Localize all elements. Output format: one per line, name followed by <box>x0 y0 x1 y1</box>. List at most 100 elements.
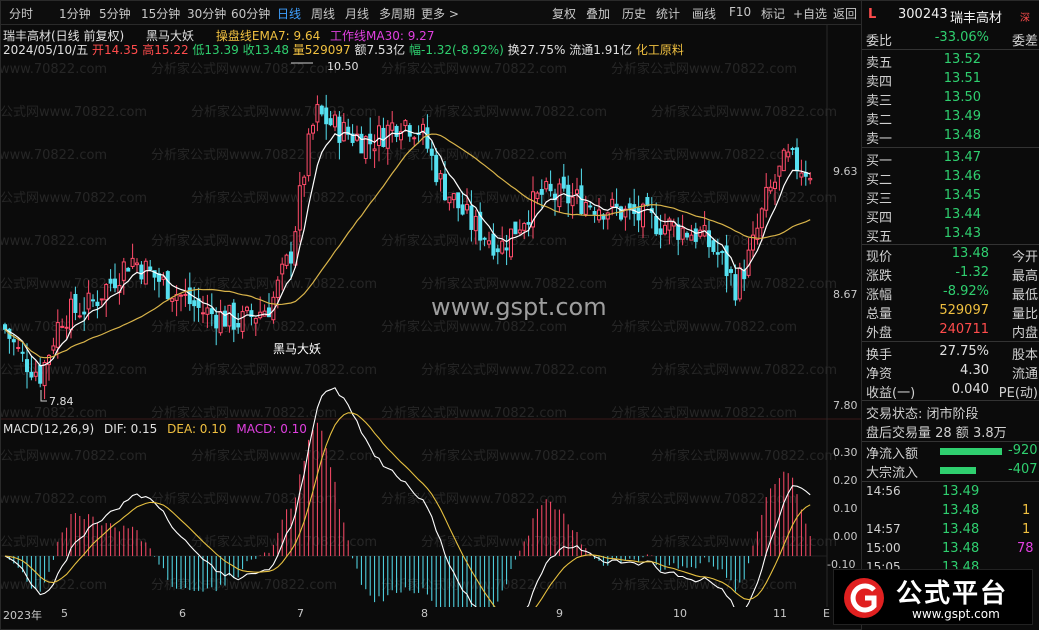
candle-body <box>443 173 447 201</box>
divider <box>862 147 1039 148</box>
kline-chart[interactable]: 分析家公式网www.70822.com 分析家公式网www.70822.com 分析… <box>0 25 861 630</box>
watermark-text: 分析家公式网www.70822.com <box>151 233 337 249</box>
stat-value: 13.48 <box>951 246 989 261</box>
open-label: 开14.35 <box>92 43 139 57</box>
watermark-text: 分析家公式网www.70822.com <box>651 190 837 206</box>
candle-body <box>311 124 315 134</box>
watermark-text: 分析家公式网www.70822.com <box>1 233 107 249</box>
tick-time: 14:56 <box>866 484 901 498</box>
tab-multi[interactable]: 多周期 <box>379 5 415 21</box>
watermark-text: 分析家公式网www.70822.com <box>611 577 797 593</box>
candle-body <box>517 229 522 234</box>
tab-monthly[interactable]: 月线 <box>345 5 369 21</box>
watermark-text: 分析家公式网www.70822.com <box>1 61 107 77</box>
weibi-label: 委比 <box>866 34 893 49</box>
candle-body <box>619 206 623 220</box>
candle-body <box>777 165 782 177</box>
stat-label-2: 最低 <box>1011 288 1038 303</box>
candle-body <box>214 314 219 329</box>
tick-price: 13.48 <box>942 541 980 556</box>
history-button[interactable]: 历史 <box>622 5 646 21</box>
candle-body <box>390 122 395 131</box>
candle-body <box>460 204 465 215</box>
bid-price: 13.47 <box>943 150 981 165</box>
tab-fenshi[interactable]: 分时 <box>9 5 33 21</box>
stat-value: -1.32 <box>955 265 989 280</box>
watermark-text: 分析家公式网www.70822.com <box>191 190 377 206</box>
date-tick: 5 <box>61 607 68 620</box>
candle-body <box>808 177 813 181</box>
bid-row: 买一 13.47 <box>862 149 1039 169</box>
overlay-button[interactable]: 叠加 <box>586 5 610 21</box>
candle-body <box>73 293 78 313</box>
candle-body <box>297 185 302 231</box>
bid-row: 买二 13.46 <box>862 168 1039 188</box>
candle-body <box>583 201 588 215</box>
watermark-text: 分析家公式网www.70822.com <box>1 319 107 335</box>
candle-body <box>315 104 320 123</box>
stat2-value: 0.040 <box>951 382 989 397</box>
tab-1min[interactable]: 1分钟 <box>59 5 91 21</box>
divider <box>862 481 1039 482</box>
tab-daily[interactable]: 日线 <box>277 5 301 21</box>
tab-weekly[interactable]: 周线 <box>311 5 335 21</box>
candle-body <box>82 311 87 315</box>
stat-label: 现价 <box>866 250 893 265</box>
candle-body <box>434 154 439 183</box>
stat2-label: 收益(一) <box>866 386 916 401</box>
candle-body <box>99 298 104 301</box>
divider <box>862 49 1039 50</box>
tab-60min[interactable]: 60分钟 <box>231 5 270 21</box>
amount-label: 额7.53亿 <box>354 43 406 57</box>
candle-body <box>465 203 469 211</box>
ask-label: 卖三 <box>866 94 893 109</box>
stats-button[interactable]: 统计 <box>656 5 680 21</box>
tab-15min[interactable]: 15分钟 <box>141 5 180 21</box>
back-button[interactable]: 返回 <box>833 5 857 21</box>
bid-row: 买三 13.45 <box>862 187 1039 207</box>
candle-body <box>341 121 346 142</box>
market-badge: L <box>868 7 877 22</box>
watermark-text: 分析家公式网www.70822.com <box>421 362 607 378</box>
candle-body <box>632 204 637 214</box>
tab-more[interactable]: 更多 > <box>421 5 459 21</box>
date-tick: 10 <box>673 607 687 620</box>
info-line-2: 2024/05/10/五 开14.35 高15.22 低13.39 收13.48… <box>3 41 684 58</box>
watermark-text: 分析家公式网www.70822.com <box>1 577 107 593</box>
candle-body <box>403 120 408 127</box>
candle-body <box>575 189 579 195</box>
draw-button[interactable]: 画线 <box>692 5 716 21</box>
mark-button[interactable]: 标记 <box>761 5 785 21</box>
candle-body <box>95 301 100 307</box>
f10-button[interactable]: F10 <box>729 5 751 21</box>
stat2-value: 27.75% <box>939 344 989 359</box>
add-watch-button[interactable]: +自选 <box>793 5 827 21</box>
bid-label: 买一 <box>866 154 893 169</box>
high-label: 高15.22 <box>142 43 189 57</box>
weibi-value: -33.06% <box>934 30 989 45</box>
trade-status-row: 交易状态: 闭市阶段 <box>862 402 1039 422</box>
tab-30min[interactable]: 30分钟 <box>187 5 226 21</box>
candle-body <box>253 317 258 324</box>
fuquan-button[interactable]: 复权 <box>552 5 576 21</box>
candle-body <box>500 240 505 254</box>
chart-canvas[interactable]: 分析家公式网www.70822.com 分析家公式网www.70822.com 分析… <box>0 25 861 630</box>
watermark-text: 分析家公式网www.70822.com <box>191 448 377 464</box>
ask-label: 卖二 <box>866 113 893 128</box>
ask-row: 卖五 13.52 <box>862 51 1039 71</box>
candle-body <box>38 364 43 384</box>
watermark-text: 分析家公式网www.70822.com <box>1 534 147 550</box>
stock-header: L 300243 瑞丰高材 深 <box>862 5 1039 27</box>
candle-body <box>539 189 544 195</box>
candle-body <box>451 193 456 201</box>
candle-body <box>227 304 232 327</box>
watermark-text: 分析家公式网www.70822.com <box>611 147 797 163</box>
watermark-text: 分析家公式网www.70822.com <box>381 319 567 335</box>
macd-tick: 0.20 <box>833 474 858 487</box>
tab-5min[interactable]: 5分钟 <box>99 5 131 21</box>
gspt-logo: 公式平台 www.gspt.com <box>833 569 1033 625</box>
candle-body <box>680 227 685 240</box>
macd-name[interactable]: MACD(12,26,9) <box>3 422 94 436</box>
tick-row: 14:57 13.48 1 <box>862 521 1039 540</box>
candle-body <box>781 149 786 172</box>
